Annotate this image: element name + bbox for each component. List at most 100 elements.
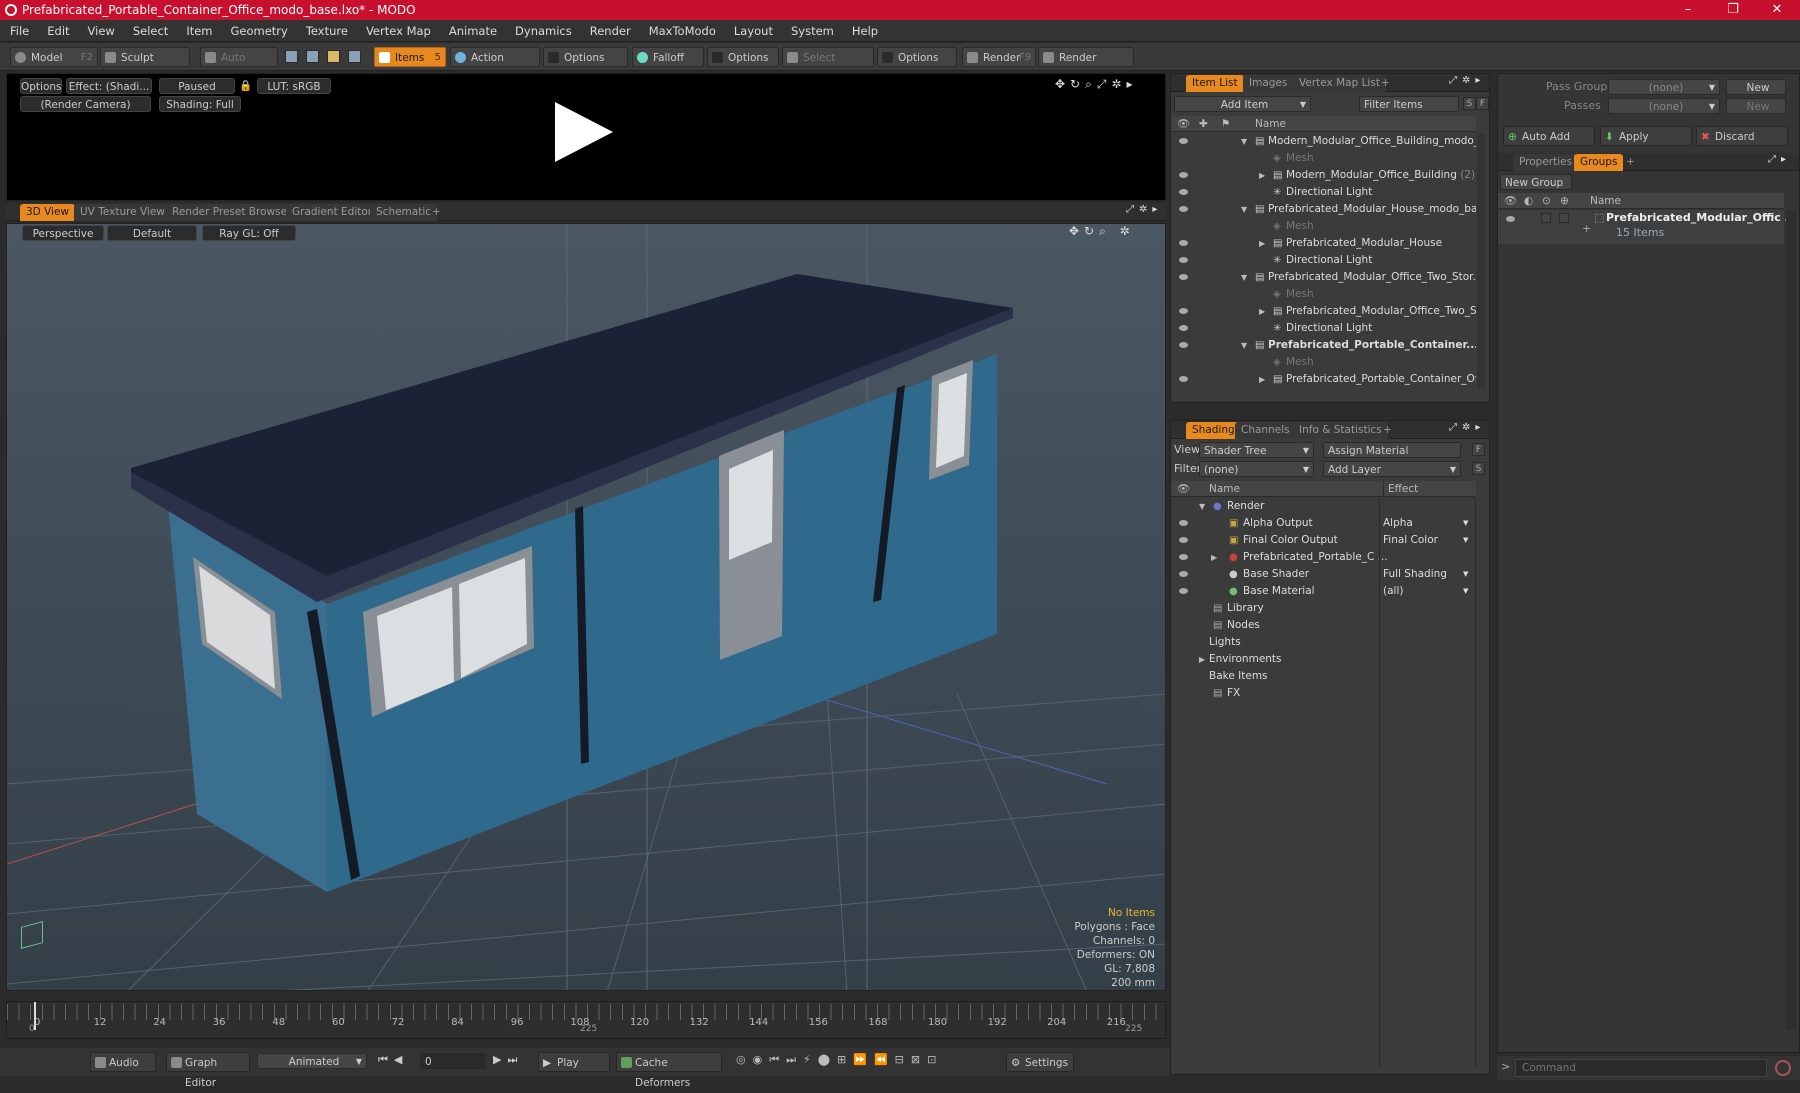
eye-icon[interactable]	[1179, 206, 1188, 212]
command-input[interactable]	[1515, 1059, 1767, 1077]
vertex-select-icon[interactable]	[285, 50, 298, 63]
tab-expand-icons[interactable]: ⤢✲▸	[1126, 204, 1162, 215]
new-pass-button[interactable]: New	[1726, 98, 1786, 114]
menu-geometry[interactable]: Geometry	[222, 20, 297, 42]
add-layer-dropdown[interactable]: Add Layer ▼	[1323, 461, 1461, 477]
f-button[interactable]: F	[1472, 443, 1485, 456]
panel-expand-icons[interactable]: ⤢✲▸	[1449, 422, 1485, 433]
paused-toggle[interactable]: Paused	[159, 78, 235, 94]
shader-tree-row[interactable]: ▤ Library	[1171, 600, 1476, 617]
shader-tree-row[interactable]: Bake Items	[1171, 668, 1476, 685]
lock-toggle[interactable]	[1541, 213, 1551, 223]
select-options-button[interactable]: Options	[877, 47, 957, 67]
chevron-down-icon[interactable]: ▼	[1463, 583, 1468, 600]
collapse-icon[interactable]: ▼	[1241, 337, 1247, 354]
groups-scrollbar[interactable]	[1786, 210, 1796, 1030]
eye-icon[interactable]	[1179, 554, 1188, 560]
lut-dropdown[interactable]: LUT: sRGB	[257, 78, 331, 94]
tab-3d-view[interactable]: 3D View	[20, 204, 76, 221]
item-list-row[interactable]: ✳ Directional Light	[1171, 320, 1476, 337]
auto-add-button[interactable]: ⊕ Auto Add	[1503, 126, 1595, 146]
menu-dynamics[interactable]: Dynamics	[506, 20, 581, 42]
polygon-select-icon[interactable]	[327, 50, 340, 63]
s-button[interactable]: S	[1472, 462, 1485, 475]
3d-viewport[interactable]: Perspective Default Ray GL: Off ✥↻⌕ ✲ No…	[6, 223, 1166, 991]
tab-shading[interactable]: Shading	[1186, 422, 1241, 439]
item-list-row[interactable]: ✳ Directional Light	[1171, 184, 1476, 201]
filter-items-input[interactable]: Filter Items	[1359, 96, 1459, 112]
eye-icon[interactable]	[1179, 376, 1188, 382]
tab-gradient-editor[interactable]: Gradient Editor	[286, 204, 379, 221]
eye-icon[interactable]	[1179, 172, 1188, 178]
play-icon[interactable]	[555, 102, 613, 162]
action-center-button[interactable]: Action Center	[450, 47, 540, 84]
eye-icon[interactable]	[1179, 240, 1188, 246]
shader-tree-row[interactable]: ▣ Final Color Output Final Color ▼	[1171, 532, 1476, 549]
add-tab-button[interactable]: +	[1377, 422, 1398, 439]
tab-vertex-map-list[interactable]: Vertex Map List	[1293, 75, 1386, 92]
shader-tree-row[interactable]: ● Base Shader Full Shading ▼	[1171, 566, 1476, 583]
menu-file[interactable]: File	[0, 20, 38, 42]
playhead[interactable]	[34, 1002, 36, 1030]
eye-icon[interactable]	[1179, 342, 1188, 348]
menu-texture[interactable]: Texture	[297, 20, 357, 42]
item-list-row[interactable]: ◈ Mesh	[1171, 354, 1476, 371]
record-icon[interactable]	[1775, 1060, 1791, 1076]
chevron-down-icon[interactable]: ▼	[1463, 532, 1468, 549]
preview-nav-icons[interactable]: ✥↻⌕⤢✲▸	[1055, 77, 1138, 92]
shader-tree-row[interactable]: ▼ ● Render	[1171, 498, 1476, 515]
eye-icon[interactable]	[1506, 216, 1515, 222]
collapse-icon[interactable]: ▼	[1199, 498, 1205, 515]
effect-dropdown[interactable]: Effect: (Shadi...	[66, 78, 152, 94]
eye-icon[interactable]	[1179, 308, 1188, 314]
maximize-button[interactable]: ❐	[1710, 0, 1756, 20]
settings-button[interactable]: ⚙ Settings	[1006, 1052, 1074, 1072]
menu-item[interactable]: Item	[177, 20, 221, 42]
view-dropdown[interactable]: Shader Tree ▼	[1199, 442, 1314, 458]
item-list-row[interactable]: ◈ Mesh	[1171, 150, 1476, 167]
eye-icon[interactable]	[1179, 257, 1188, 263]
menu-layout[interactable]: Layout	[725, 20, 782, 42]
expand-icon[interactable]: +	[1582, 222, 1591, 235]
tab-item-list[interactable]: Item List	[1186, 75, 1244, 92]
menu-help[interactable]: Help	[843, 20, 887, 42]
shader-tree-row[interactable]: ● Base Material (all) ▼	[1171, 583, 1476, 600]
render-button[interactable]: Render F9	[962, 47, 1036, 67]
layer-effect[interactable]: Alpha	[1383, 515, 1413, 532]
tab-groups[interactable]: Groups	[1574, 154, 1624, 171]
item-list-row[interactable]: ▶ ▤ Prefabricated_Modular_House	[1171, 235, 1476, 252]
expand-icon[interactable]: ▶	[1259, 167, 1265, 184]
filter-s-button[interactable]: S	[1463, 97, 1476, 110]
expand-icon[interactable]: ▶	[1259, 235, 1265, 252]
item-list-row[interactable]: ▶ ▤ Prefabricated_Portable_Container_Of...	[1171, 371, 1476, 388]
edge-select-icon[interactable]	[306, 50, 319, 63]
tab-properties[interactable]: Properties	[1513, 154, 1579, 171]
camera-dropdown[interactable]: (Render Camera)	[20, 96, 151, 112]
rewind-icons[interactable]: ⏮◀	[378, 1053, 408, 1067]
item-list-row[interactable]: ▼ ▤ Modern_Modular_Office_Building_modo_..…	[1171, 133, 1476, 150]
item-list-row[interactable]: ✳ Directional Light	[1171, 252, 1476, 269]
tab-info-statistics[interactable]: Info & Statistics	[1293, 422, 1388, 439]
expand-icon[interactable]: ▶	[1259, 303, 1265, 320]
auto-select-button[interactable]: Auto Select	[200, 47, 278, 84]
collapse-icon[interactable]: ▼	[1241, 201, 1247, 218]
eye-icon[interactable]	[1179, 588, 1188, 594]
timeline[interactable]: 0 12 24 36 48 60 72 84 96 108 120 132 144 156 168 180 19…	[6, 1001, 1166, 1039]
sculpt-mode-button[interactable]: Sculpt	[100, 47, 190, 67]
item-list-row[interactable]: ▼ ▤ Prefabricated_Modular_House_modo_ba...	[1171, 201, 1476, 218]
panel-expand-icons[interactable]: ⤢✲▸	[1449, 75, 1485, 86]
layer-effect[interactable]: Full Shading	[1383, 566, 1447, 583]
tab-channels[interactable]: Channels	[1235, 422, 1296, 439]
tab-render-preset-browser[interactable]: Render Preset Browser	[166, 204, 298, 221]
eye-icon[interactable]	[1179, 274, 1188, 280]
shading-dropdown[interactable]: Shading: Full	[159, 96, 241, 112]
menu-maxtomodo[interactable]: MaxToModo	[640, 20, 725, 42]
eye-icon[interactable]	[1179, 520, 1188, 526]
menu-edit[interactable]: Edit	[38, 20, 78, 42]
shader-tree-row[interactable]: ▶ ● Prefabricated_Portable_C ...	[1171, 549, 1476, 566]
panel-expand-icons[interactable]: ⤢▸	[1768, 154, 1791, 165]
render-window-button[interactable]: Render Window	[1038, 47, 1134, 84]
play-button[interactable]: ▶ Play	[538, 1052, 610, 1072]
eye-icon[interactable]	[1179, 138, 1188, 144]
item-list-row[interactable]: ▼ ▤ Prefabricated_Modular_Office_Two_Stor.…	[1171, 269, 1476, 286]
